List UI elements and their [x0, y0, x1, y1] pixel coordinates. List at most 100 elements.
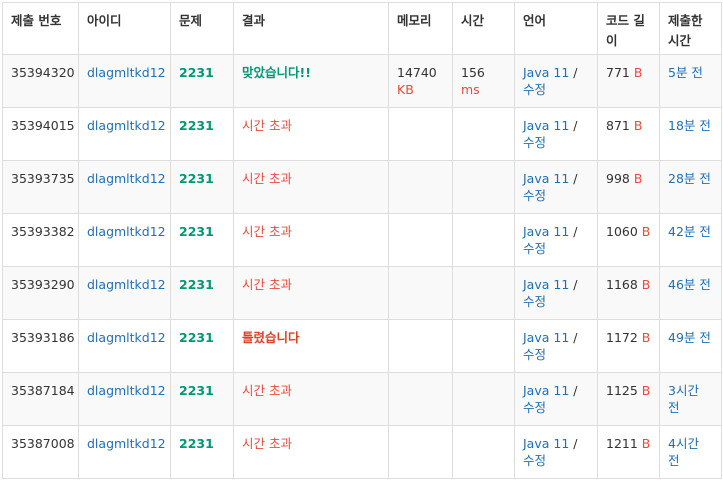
table-row: 35394015 dlagmltkd12 2231 시간 초과 Java 11 / 수… — [2, 107, 722, 161]
user-id-link[interactable]: dlagmltkd12 — [87, 65, 166, 80]
result-cell: 시간 초과 — [233, 372, 389, 426]
user-id-link[interactable]: dlagmltkd12 — [87, 171, 166, 186]
submission-id-text: 35393735 — [11, 171, 75, 186]
code-length-cell: 1211 B — [597, 425, 660, 479]
result-cell: 시간 초과 — [233, 213, 389, 267]
user-cell: dlagmltkd12 — [78, 319, 171, 373]
code-length-cell: 998 B — [597, 160, 660, 214]
result-status: 틀렸습니다 — [242, 330, 300, 345]
problem-link[interactable]: 2231 — [179, 118, 214, 133]
language-link[interactable]: Java 11 — [523, 436, 569, 451]
language-cell: Java 11 / 수정 — [514, 425, 598, 479]
result-cell: 시간 초과 — [233, 266, 389, 320]
user-id-link[interactable]: dlagmltkd12 — [87, 118, 166, 133]
language-separator: / — [573, 330, 578, 345]
submission-id-text: 35393186 — [11, 330, 75, 345]
code-length-cell: 871 B — [597, 107, 660, 161]
user-id-link[interactable]: dlagmltkd12 — [87, 330, 166, 345]
edit-link[interactable]: 수정 — [523, 82, 546, 97]
edit-link[interactable]: 수정 — [523, 294, 546, 309]
memory-cell: 14740 KB — [388, 54, 453, 108]
submitted-time-link[interactable]: 3시간 전 — [668, 383, 699, 415]
submission-id: 35394320 — [2, 54, 79, 108]
problem-link[interactable]: 2231 — [179, 330, 214, 345]
problem-link[interactable]: 2231 — [179, 277, 214, 292]
submitted-time-link[interactable]: 4시간 전 — [668, 436, 699, 468]
submission-id-text: 35394320 — [11, 65, 75, 80]
col-header-language: 언어 — [514, 2, 598, 55]
problem-link[interactable]: 2231 — [179, 224, 214, 239]
language-cell: Java 11 / 수정 — [514, 266, 598, 320]
user-id-link[interactable]: dlagmltkd12 — [87, 224, 166, 239]
submitted-time-link[interactable]: 5분 전 — [668, 65, 703, 80]
problem-link[interactable]: 2231 — [179, 436, 214, 451]
table-row: 35393186 dlagmltkd12 2231 틀렸습니다 Java 11 / 수… — [2, 319, 722, 373]
edit-link[interactable]: 수정 — [523, 241, 546, 256]
language-cell: Java 11 / 수정 — [514, 107, 598, 161]
memory-cell — [388, 266, 453, 320]
result-cell: 시간 초과 — [233, 160, 389, 214]
problem-link[interactable]: 2231 — [179, 65, 214, 80]
table-header-row: 제출 번호 아이디 문제 결과 메모리 시간 언어 코드 길이 제출한 시간 — [2, 2, 722, 55]
code-length-value: 998 — [606, 171, 630, 186]
submitted-time-link[interactable]: 46분 전 — [668, 277, 711, 292]
code-length-value: 1172 — [606, 330, 638, 345]
user-cell: dlagmltkd12 — [78, 160, 171, 214]
code-length-value: 1211 — [606, 436, 638, 451]
code-length-unit: B — [633, 171, 643, 186]
edit-link[interactable]: 수정 — [523, 453, 546, 468]
table-body: 35394320 dlagmltkd12 2231 맞았습니다!! 14740 KB 15… — [2, 54, 722, 479]
code-length-cell: 1125 B — [597, 372, 660, 426]
submitted-time-cell: 42분 전 — [659, 213, 722, 267]
language-link[interactable]: Java 11 — [523, 118, 569, 133]
table-row: 35387008 dlagmltkd12 2231 시간 초과 Java 11 / 수… — [2, 425, 722, 479]
problem-link[interactable]: 2231 — [179, 383, 214, 398]
submitted-time-link[interactable]: 42분 전 — [668, 224, 711, 239]
submission-id-text: 35387008 — [11, 436, 75, 451]
edit-link[interactable]: 수정 — [523, 135, 546, 150]
language-link[interactable]: Java 11 — [523, 330, 569, 345]
language-cell: Java 11 / 수정 — [514, 213, 598, 267]
edit-link[interactable]: 수정 — [523, 188, 546, 203]
submission-id-text: 35394015 — [11, 118, 75, 133]
submission-id: 35393735 — [2, 160, 79, 214]
submitted-time-link[interactable]: 49분 전 — [668, 330, 711, 345]
submitted-time-cell: 4시간 전 — [659, 425, 722, 479]
submission-id-text: 35393290 — [11, 277, 75, 292]
col-header-user-id: 아이디 — [78, 2, 171, 55]
submitted-time-link[interactable]: 18분 전 — [668, 118, 711, 133]
language-link[interactable]: Java 11 — [523, 171, 569, 186]
submitted-time-cell: 3시간 전 — [659, 372, 722, 426]
edit-link[interactable]: 수정 — [523, 347, 546, 362]
language-link[interactable]: Java 11 — [523, 224, 569, 239]
language-link[interactable]: Java 11 — [523, 277, 569, 292]
submitted-time-link[interactable]: 28분 전 — [668, 171, 711, 186]
user-cell: dlagmltkd12 — [78, 266, 171, 320]
time-cell — [452, 107, 515, 161]
user-id-link[interactable]: dlagmltkd12 — [87, 436, 166, 451]
time-cell: 156 ms — [452, 54, 515, 108]
language-separator: / — [573, 436, 578, 451]
code-length-value: 1125 — [606, 383, 638, 398]
time-cell — [452, 372, 515, 426]
submission-id-text: 35393382 — [11, 224, 75, 239]
language-link[interactable]: Java 11 — [523, 65, 569, 80]
user-id-link[interactable]: dlagmltkd12 — [87, 277, 166, 292]
col-header-result: 결과 — [233, 2, 389, 55]
code-length-value: 771 — [606, 65, 630, 80]
code-length-value: 1060 — [606, 224, 638, 239]
user-id-link[interactable]: dlagmltkd12 — [87, 383, 166, 398]
problem-link[interactable]: 2231 — [179, 171, 214, 186]
submission-id: 35387184 — [2, 372, 79, 426]
code-length-unit: B — [641, 383, 651, 398]
language-link[interactable]: Java 11 — [523, 383, 569, 398]
language-separator: / — [573, 171, 578, 186]
memory-value: 14740 — [397, 65, 437, 80]
code-length-unit: B — [641, 277, 651, 292]
time-value: 156 — [461, 65, 485, 80]
code-length-cell: 1172 B — [597, 319, 660, 373]
problem-cell: 2231 — [170, 266, 234, 320]
problem-cell: 2231 — [170, 54, 234, 108]
table-row: 35387184 dlagmltkd12 2231 시간 초과 Java 11 / 수… — [2, 372, 722, 426]
edit-link[interactable]: 수정 — [523, 400, 546, 415]
